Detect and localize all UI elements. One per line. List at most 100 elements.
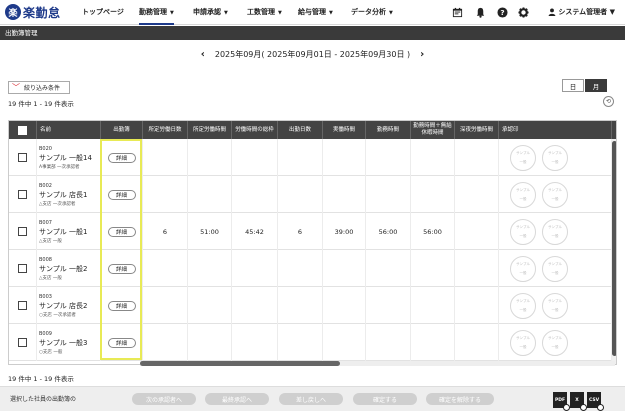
next-approver-button[interactable]: 次の承認者へ [132, 393, 196, 405]
prev-month-button[interactable]: ‹ [201, 49, 205, 60]
nav-label: 申請承認 [193, 8, 221, 16]
header-attendance-days[interactable]: 出勤日数 [278, 121, 323, 139]
chevron-down-icon: ﹀ [12, 83, 20, 92]
result-count: 19 件中 1 - 19 件表示 [8, 100, 74, 108]
nav-label: 工数管理 [247, 8, 275, 16]
nav-label: 勤務管理 [139, 8, 167, 16]
cell-actual-hours [323, 176, 366, 213]
column-settings-icon[interactable]: ⟲ [603, 96, 614, 107]
horizontal-scrollbar-thumb[interactable] [140, 361, 340, 366]
pdf-download-icon[interactable]: PDF [553, 392, 570, 411]
nav-man-hours[interactable]: 工数管理 ▼ [247, 0, 282, 25]
header-night-hours[interactable]: 深夜労働時間 [455, 121, 499, 139]
table-row: B002 サンプル 店長1 △支店 一次承認者 詳細 サンプル 一般 サンプル 一般 [9, 176, 616, 213]
detail-button[interactable]: 詳細 [107, 152, 136, 163]
select-all-cell [9, 121, 37, 139]
employee-cell: B003 サンプル 店長2 ○支店 一次承認者 [37, 287, 101, 324]
select-all-checkbox[interactable] [18, 125, 27, 135]
attendance-table: 名前 出勤簿 所定労働日数 所定労働時間 労働時間の総枠 出勤日数 実働時間 勤… [8, 120, 617, 365]
user-menu[interactable]: システム管理者 ▼ [548, 0, 615, 25]
header-working-time-frame[interactable]: 労働時間の総枠 [232, 121, 278, 139]
header-name[interactable]: 名前 [37, 121, 101, 139]
row-checkbox[interactable] [18, 301, 27, 310]
nav-data-analysis[interactable]: データ分析 ▼ [351, 0, 393, 25]
employee-name[interactable]: サンプル 一般1 [39, 227, 87, 237]
employee-cell: B002 サンプル 店長1 △支店 一次承認者 [37, 176, 101, 213]
cell-night-hours [455, 176, 499, 213]
nav-label: 給与管理 [298, 8, 326, 16]
nav-attendance-management[interactable]: 勤務管理 ▼ [139, 0, 174, 25]
approval-stamp-cell: サンプル 一般 サンプル 一般 [499, 176, 612, 213]
header-approval-stamp[interactable]: 承認印 [499, 121, 612, 139]
header-work-plus-unpaid[interactable]: 勤務時間＋無給休暇時間 [411, 121, 455, 139]
filter-toggle-button[interactable]: ﹀ 絞り込み条件 [8, 81, 70, 94]
period-navigation: ‹ 2025年09月( 2025年09月01日 - 2025年09月30日 ) … [0, 46, 625, 62]
cell-working-time-frame [232, 324, 278, 361]
row-checkbox[interactable] [18, 190, 27, 199]
detail-button[interactable]: 詳細 [107, 263, 136, 274]
row-select-cell [9, 213, 37, 250]
cell-scheduled-days [143, 287, 188, 324]
table-row: B009 サンプル 一般3 ○支店 一般 詳細 サンプル 一般 サンプル 一般 [9, 324, 616, 361]
vertical-scrollbar[interactable] [612, 139, 616, 364]
cell-scheduled-days: 6 [143, 213, 188, 250]
cell-night-hours [455, 213, 499, 250]
send-back-button[interactable]: 差し戻しへ [279, 393, 343, 405]
employee-code: B007 [39, 219, 52, 226]
nav-top-page[interactable]: トップページ [82, 0, 124, 25]
employee-name[interactable]: サンプル 店長2 [39, 301, 87, 311]
detail-button[interactable]: 詳細 [107, 189, 136, 200]
cell-attendance-days: 6 [278, 213, 323, 250]
employee-name[interactable]: サンプル 店長1 [39, 190, 87, 200]
header-scheduled-days[interactable]: 所定労働日数 [143, 121, 188, 139]
employee-cell: B007 サンプル 一般1 △支店 一般 [37, 213, 101, 250]
cell-working-time-frame [232, 250, 278, 287]
nav-payroll[interactable]: 給与管理 ▼ [298, 0, 333, 25]
cell-actual-hours [323, 324, 366, 361]
header-work-hours[interactable]: 勤務時間 [366, 121, 411, 139]
detail-button[interactable]: 詳細 [107, 300, 136, 311]
detail-button[interactable]: 詳細 [107, 337, 136, 348]
detail-button[interactable]: 詳細 [107, 226, 136, 237]
help-icon[interactable]: ? [496, 6, 508, 18]
vertical-scrollbar-thumb[interactable] [612, 141, 616, 356]
cell-actual-hours: 39:00 [323, 213, 366, 250]
approval-stamp: サンプル 一般 [542, 144, 568, 171]
row-checkbox[interactable] [18, 153, 27, 162]
excel-download-icon[interactable]: X [570, 392, 587, 411]
nav-application-approval[interactable]: 申請承認 ▼ [193, 0, 228, 25]
next-month-button[interactable]: › [420, 49, 424, 60]
employee-name[interactable]: サンプル 一般14 [39, 153, 92, 163]
employee-name[interactable]: サンプル 一般2 [39, 264, 87, 274]
unconfirm-button[interactable]: 確定を解除する [426, 393, 494, 405]
employee-code: B002 [39, 182, 52, 189]
approval-stamp-cell: サンプル 一般 サンプル 一般 [499, 213, 612, 250]
bell-icon[interactable] [474, 6, 486, 18]
horizontal-scrollbar[interactable] [140, 361, 615, 366]
header-attendance-book[interactable]: 出勤簿 [101, 121, 143, 139]
csv-download-icon[interactable]: CSV [587, 392, 604, 411]
view-toggle-month[interactable]: 月 [585, 79, 607, 92]
cell-scheduled-days [143, 176, 188, 213]
gear-icon[interactable] [517, 6, 529, 18]
header-scheduled-hours[interactable]: 所定労働時間 [188, 121, 232, 139]
row-checkbox[interactable] [18, 227, 27, 236]
approval-stamp: サンプル 一般 [510, 292, 536, 319]
header-actual-hours[interactable]: 実働時間 [323, 121, 366, 139]
app-logo[interactable]: 楽 楽勤怠 [5, 3, 61, 21]
stamp-line: 一般 [519, 196, 527, 201]
cell-work-plus-unpaid [411, 176, 455, 213]
cell-scheduled-hours [188, 287, 232, 324]
row-checkbox[interactable] [18, 338, 27, 347]
approval-stamp-cell: サンプル 一般 サンプル 一般 [499, 139, 612, 176]
final-approval-button[interactable]: 最終承認へ [205, 393, 269, 405]
view-toggle-day[interactable]: 日 [562, 79, 584, 92]
cell-working-time-frame: 45:42 [232, 213, 278, 250]
confirm-button[interactable]: 確定する [353, 393, 417, 405]
cell-work-hours [366, 287, 411, 324]
employee-code: B009 [39, 330, 52, 337]
row-checkbox[interactable] [18, 264, 27, 273]
calendar-check-icon[interactable] [451, 6, 463, 18]
employee-name[interactable]: サンプル 一般3 [39, 338, 87, 348]
cell-scheduled-hours [188, 250, 232, 287]
